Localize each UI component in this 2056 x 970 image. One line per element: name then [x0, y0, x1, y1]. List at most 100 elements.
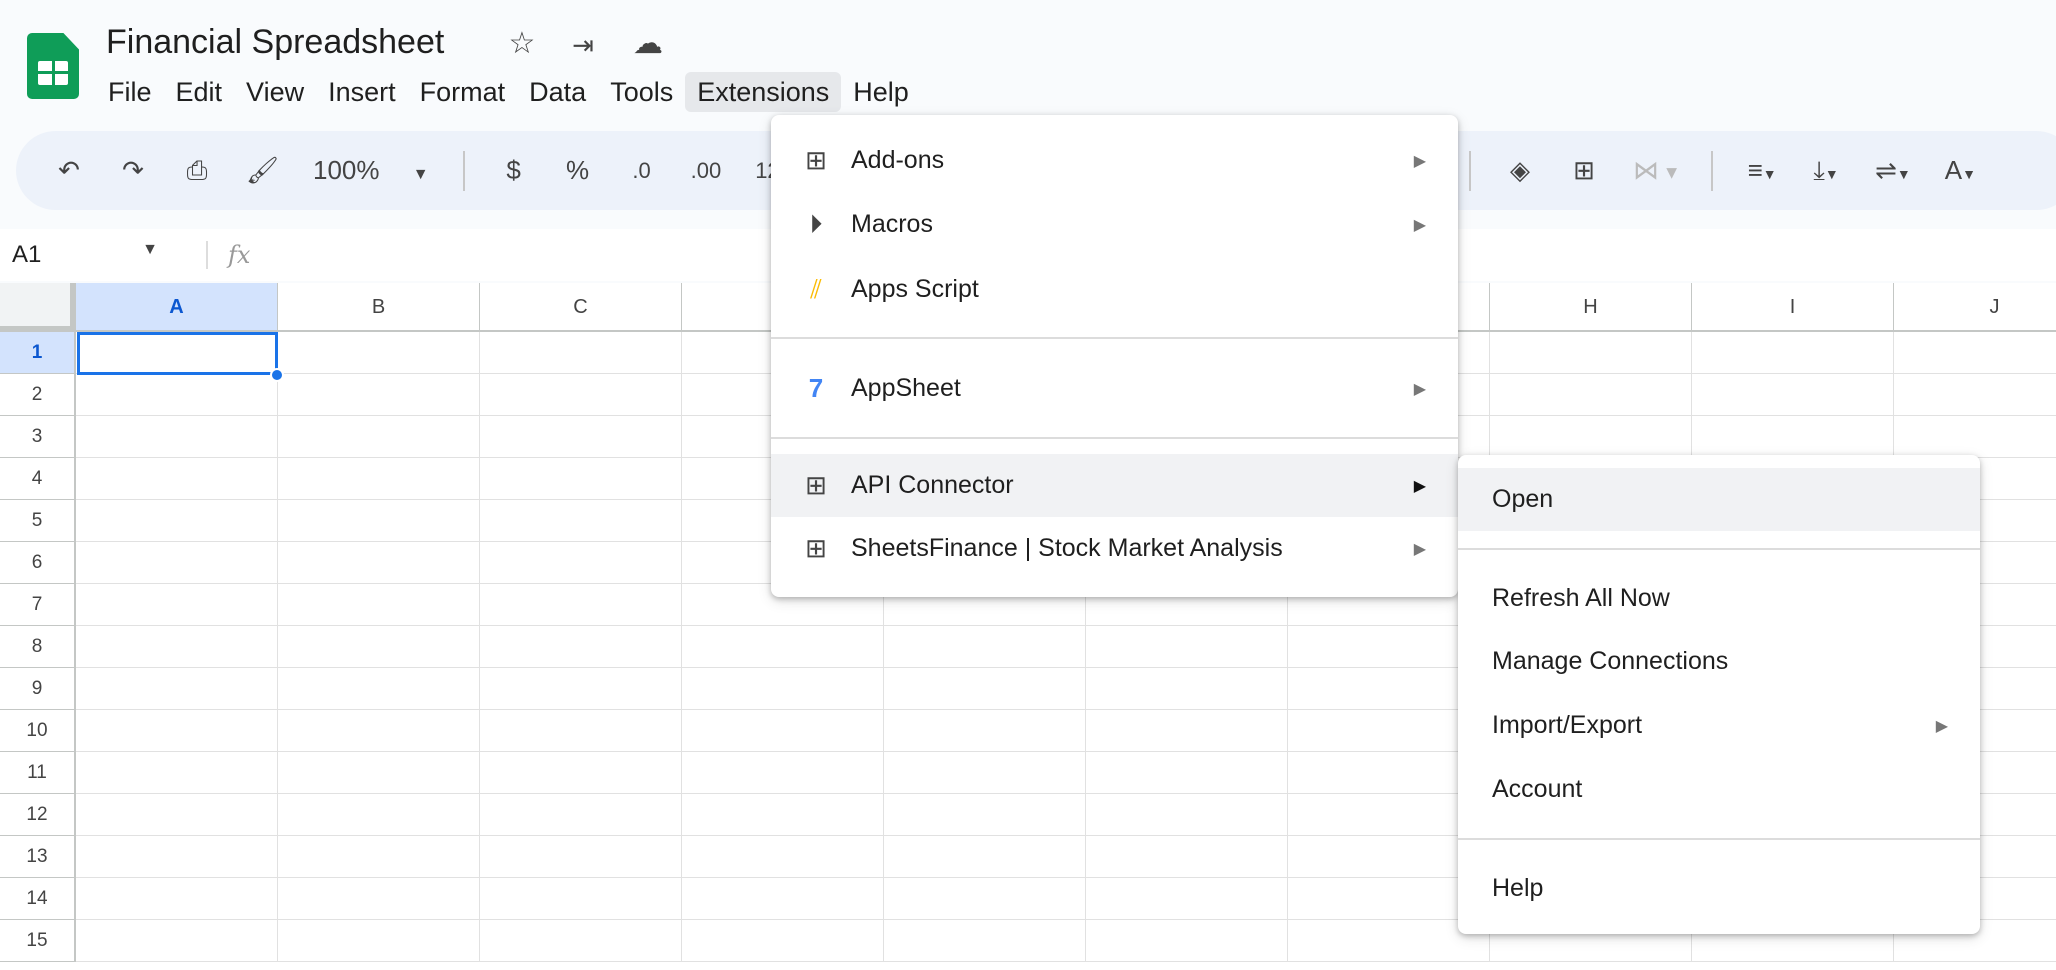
cell-A9[interactable] — [76, 668, 278, 710]
cell-A15[interactable] — [76, 920, 278, 962]
cell-B12[interactable] — [278, 794, 480, 836]
row-header-15[interactable]: 15 — [0, 920, 76, 962]
menu-edit[interactable]: Edit — [164, 72, 235, 112]
column-header-j[interactable]: J — [1894, 283, 2056, 332]
cell-E13[interactable] — [884, 836, 1086, 878]
column-header-h[interactable]: H — [1490, 283, 1692, 332]
horizontal-align-icon[interactable]: ≡▼ — [1747, 155, 1777, 186]
cell-B11[interactable] — [278, 752, 480, 794]
cell-J1[interactable] — [1894, 332, 2056, 374]
cell-F12[interactable] — [1086, 794, 1288, 836]
cell-D11[interactable] — [682, 752, 884, 794]
row-header-9[interactable]: 9 — [0, 668, 76, 710]
cell-A5[interactable] — [76, 500, 278, 542]
print-icon[interactable]: ⎙ — [182, 155, 212, 187]
vertical-align-icon[interactable]: ⤓▼ — [1811, 155, 1841, 187]
menu-item-macros[interactable]: ⏵ Macros ▶ — [771, 193, 1458, 256]
star-icon[interactable]: ☆ — [504, 26, 540, 61]
cell-C3[interactable] — [480, 416, 682, 458]
menu-item-appsheet[interactable]: 7 AppSheet ▶ — [771, 357, 1458, 420]
cell-D8[interactable] — [682, 626, 884, 668]
cell-A7[interactable] — [76, 584, 278, 626]
fill-handle[interactable] — [270, 368, 284, 382]
cell-B14[interactable] — [278, 878, 480, 920]
cell-I1[interactable] — [1692, 332, 1894, 374]
cell-C8[interactable] — [480, 626, 682, 668]
text-rotation-icon[interactable]: A▼ — [1945, 155, 1976, 186]
merge-cells-icon[interactable]: ⋈ ▾ — [1633, 155, 1677, 186]
cell-F13[interactable] — [1086, 836, 1288, 878]
cloud-saved-icon[interactable]: ☁ — [630, 26, 666, 61]
redo-icon[interactable]: ↷ — [118, 155, 148, 186]
cell-D14[interactable] — [682, 878, 884, 920]
column-header-i[interactable]: I — [1692, 283, 1894, 332]
cell-C7[interactable] — [480, 584, 682, 626]
cell-B5[interactable] — [278, 500, 480, 542]
row-header-11[interactable]: 11 — [0, 752, 76, 794]
row-header-5[interactable]: 5 — [0, 500, 76, 542]
cell-B2[interactable] — [278, 374, 480, 416]
cell-F11[interactable] — [1086, 752, 1288, 794]
cell-C6[interactable] — [480, 542, 682, 584]
select-all-corner[interactable] — [0, 283, 76, 332]
cell-C5[interactable] — [480, 500, 682, 542]
menu-insert[interactable]: Insert — [316, 72, 408, 112]
menu-data[interactable]: Data — [517, 72, 598, 112]
row-header-12[interactable]: 12 — [0, 794, 76, 836]
cell-A4[interactable] — [76, 458, 278, 500]
cell-E11[interactable] — [884, 752, 1086, 794]
row-header-2[interactable]: 2 — [0, 374, 76, 416]
currency-button[interactable]: $ — [499, 155, 529, 186]
column-header-c[interactable]: C — [480, 283, 682, 332]
decrease-decimals-button[interactable]: .0 — [627, 158, 657, 184]
cell-F14[interactable] — [1086, 878, 1288, 920]
submenu-item-account[interactable]: Account — [1458, 758, 1980, 821]
column-header-b[interactable]: B — [278, 283, 480, 332]
cell-H3[interactable] — [1490, 416, 1692, 458]
cell-D13[interactable] — [682, 836, 884, 878]
row-header-10[interactable]: 10 — [0, 710, 76, 752]
cell-H2[interactable] — [1490, 374, 1692, 416]
cell-B7[interactable] — [278, 584, 480, 626]
percent-button[interactable]: % — [563, 155, 593, 186]
cell-A11[interactable] — [76, 752, 278, 794]
menu-file[interactable]: File — [96, 72, 164, 112]
cell-H1[interactable] — [1490, 332, 1692, 374]
cell-B10[interactable] — [278, 710, 480, 752]
cell-C9[interactable] — [480, 668, 682, 710]
cell-C12[interactable] — [480, 794, 682, 836]
cell-F9[interactable] — [1086, 668, 1288, 710]
cell-B15[interactable] — [278, 920, 480, 962]
row-header-14[interactable]: 14 — [0, 878, 76, 920]
cell-B8[interactable] — [278, 626, 480, 668]
cell-E8[interactable] — [884, 626, 1086, 668]
row-header-1[interactable]: 1 — [0, 332, 76, 374]
cell-C1[interactable] — [480, 332, 682, 374]
cell-C4[interactable] — [480, 458, 682, 500]
cell-F10[interactable] — [1086, 710, 1288, 752]
cell-I2[interactable] — [1692, 374, 1894, 416]
text-wrap-icon[interactable]: ⇌▼ — [1875, 155, 1911, 186]
paint-format-icon[interactable]: 🖌 — [246, 155, 279, 186]
cell-J2[interactable] — [1894, 374, 2056, 416]
cell-F8[interactable] — [1086, 626, 1288, 668]
menu-format[interactable]: Format — [408, 72, 518, 112]
cell-B13[interactable] — [278, 836, 480, 878]
cell-A2[interactable] — [76, 374, 278, 416]
cell-C10[interactable] — [480, 710, 682, 752]
cell-B1[interactable] — [278, 332, 480, 374]
cell-A12[interactable] — [76, 794, 278, 836]
cell-B6[interactable] — [278, 542, 480, 584]
cell-A14[interactable] — [76, 878, 278, 920]
menu-tools[interactable]: Tools — [598, 72, 685, 112]
column-header-a[interactable]: A — [76, 283, 278, 332]
menu-item-sheetsfinance[interactable]: ⊞ SheetsFinance | Stock Market Analysis ▶ — [771, 517, 1458, 580]
row-header-13[interactable]: 13 — [0, 836, 76, 878]
menu-item-add-ons[interactable]: ⊞ Add-ons ▶ — [771, 129, 1458, 192]
move-to-folder-icon[interactable]: ⇥ — [565, 30, 601, 61]
cell-A13[interactable] — [76, 836, 278, 878]
row-header-8[interactable]: 8 — [0, 626, 76, 668]
row-header-3[interactable]: 3 — [0, 416, 76, 458]
cell-D15[interactable] — [682, 920, 884, 962]
cell-A3[interactable] — [76, 416, 278, 458]
